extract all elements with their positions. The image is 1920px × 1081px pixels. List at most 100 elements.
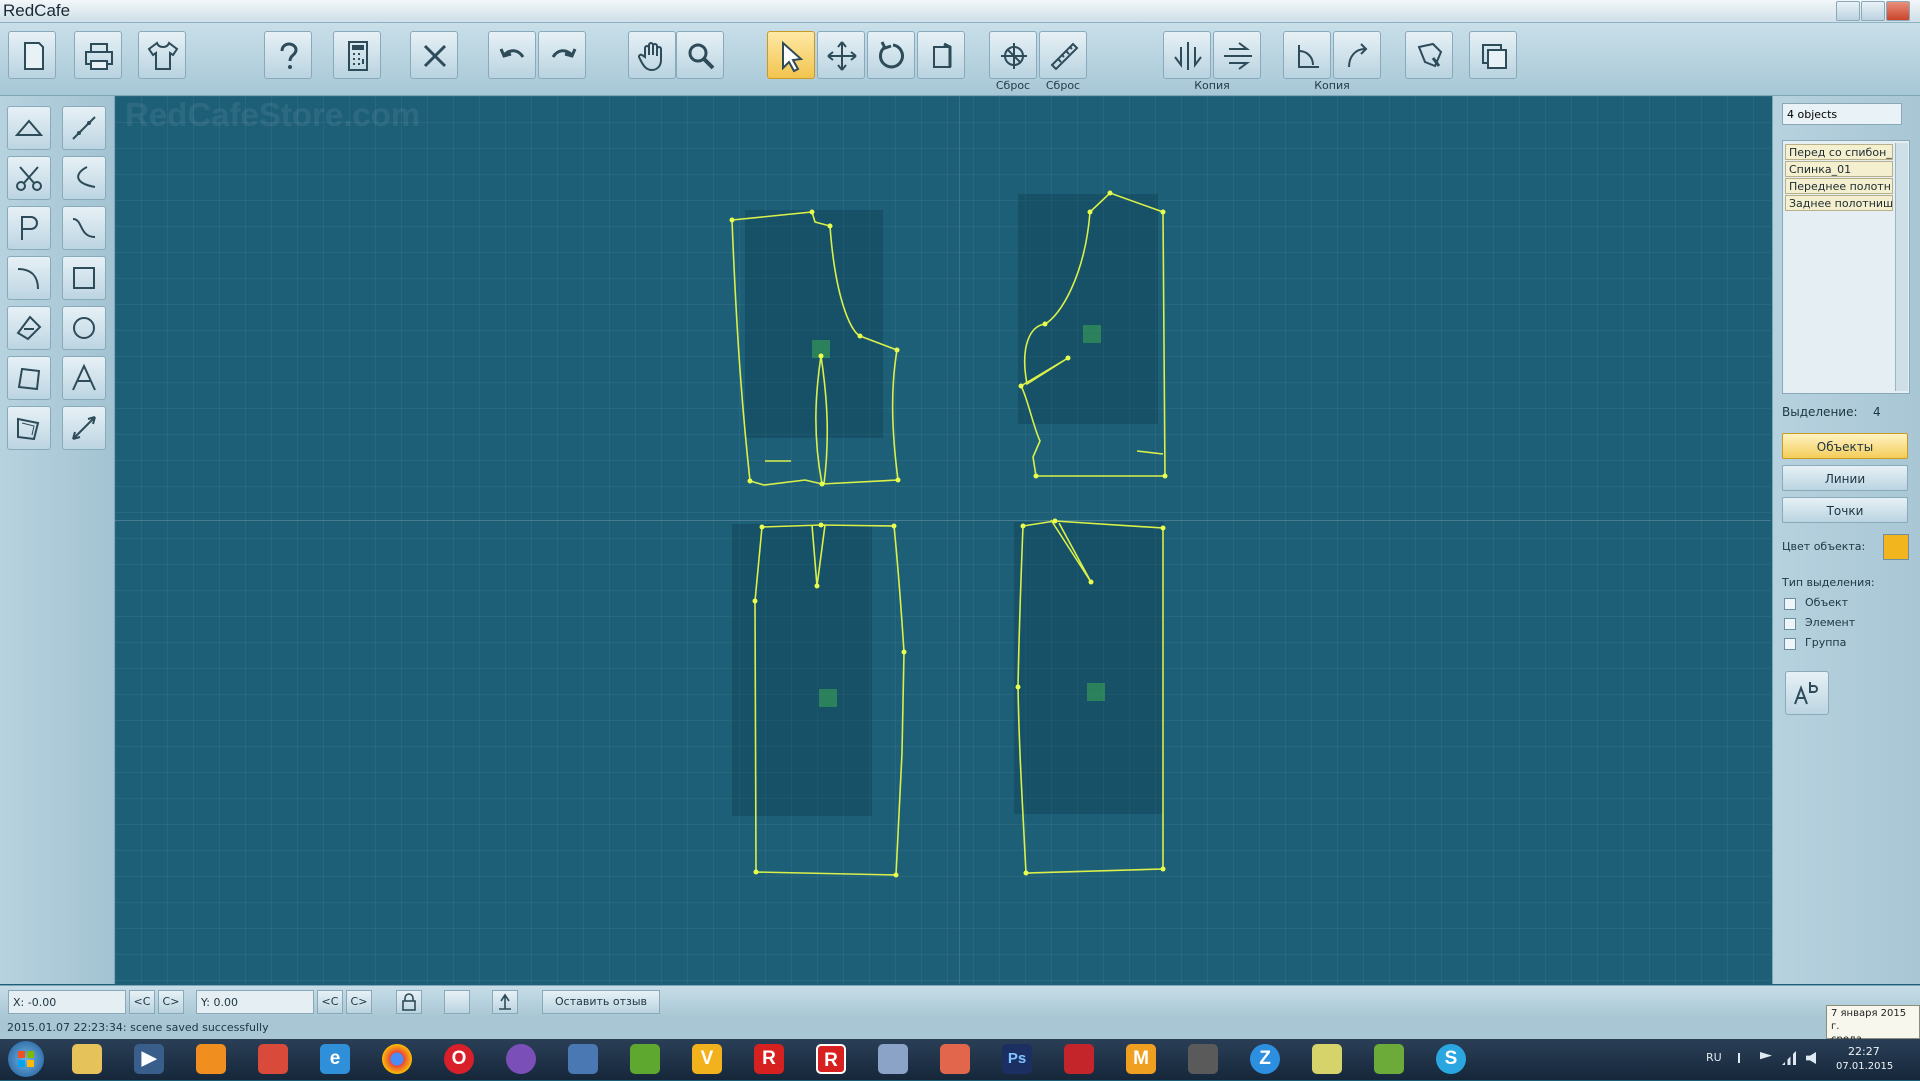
redcafe-icon-1[interactable]: R [754,1044,784,1074]
undo-button[interactable] [488,31,536,79]
selection-group-label: Группа [1805,636,1847,649]
calculator-button[interactable] [333,31,381,79]
list-item[interactable]: Переднее полотн [1785,178,1893,194]
select-button[interactable] [767,31,815,79]
snap-button[interactable] [492,990,518,1014]
tool-arc-button[interactable] [7,256,51,300]
tool-circle-button[interactable] [62,306,106,350]
app-icon-v[interactable]: V [692,1044,722,1074]
selection-group-checkbox[interactable] [1784,638,1796,650]
explorer-icon[interactable] [72,1044,102,1074]
polygon-tool-icon [17,367,41,391]
folder-icon[interactable] [1312,1044,1342,1074]
app-icon-green[interactable] [630,1044,660,1074]
tool-curve-button[interactable] [62,156,106,200]
redo-button[interactable] [538,31,586,79]
blank-button[interactable] [444,990,470,1014]
app-icon-gray[interactable] [1188,1044,1218,1074]
redcafe-icon-2[interactable]: R [816,1044,846,1074]
lines-button[interactable]: Линии [1782,465,1908,491]
y-label: Y: [201,996,210,1009]
wifi-app-icon[interactable] [1374,1044,1404,1074]
app-icon-red[interactable] [258,1044,288,1074]
rotate-left-copy-button[interactable] [1283,31,1331,79]
tool-polygon-button[interactable] [7,356,51,400]
object-color-swatch[interactable] [1883,534,1909,560]
tool-rectangle-button[interactable] [62,256,106,300]
shape-edit-button[interactable] [1405,31,1453,79]
measure-button[interactable] [1039,31,1087,79]
lock-button[interactable] [396,990,422,1014]
list-item[interactable]: Перед со спибон_ [1785,144,1893,160]
list-item[interactable]: Спинка_01 [1785,161,1893,177]
print-button[interactable] [74,31,122,79]
minimize-button[interactable] [1836,1,1860,21]
volume-icon[interactable] [1806,1052,1816,1064]
layers-button[interactable] [1469,31,1517,79]
feedback-button[interactable]: Оставить отзыв [542,990,660,1014]
clock-date[interactable]: 07.01.2015 [1836,1061,1893,1072]
selection-element-checkbox[interactable] [1784,618,1796,630]
pattern-pieces[interactable] [115,96,1771,984]
tool-spline-button[interactable] [62,206,106,250]
app-icon-blue[interactable] [878,1044,908,1074]
network-icon[interactable] [1782,1051,1796,1065]
photoshop-icon[interactable]: Ps [1002,1044,1032,1074]
tray-expand-icon[interactable] [1738,1053,1752,1063]
rotate-button[interactable] [867,31,915,79]
eraser-icon[interactable] [940,1044,970,1074]
copy-vertical-button[interactable] [1163,31,1211,79]
pan-button[interactable] [628,31,676,79]
garment-button[interactable] [138,31,186,79]
tool-cut-button[interactable] [7,156,51,200]
tool-line-button[interactable] [62,106,106,150]
selection-object-checkbox[interactable] [1784,598,1796,610]
object-list[interactable]: Перед со спибон_ Спинка_01 Переднее поло… [1782,140,1910,394]
y-next-button[interactable]: C> [346,990,372,1014]
move-button[interactable] [817,31,865,79]
media-player-icon[interactable]: ▶ [134,1044,164,1074]
list-scrollbar[interactable] [1895,143,1908,391]
delete-button[interactable] [410,31,458,79]
maximize-button[interactable] [1861,1,1885,21]
flag-icon[interactable] [1760,1052,1772,1060]
internet-explorer-icon[interactable]: e [320,1044,350,1074]
chrome-icon[interactable] [382,1044,412,1074]
creative-cloud-icon[interactable] [1064,1044,1094,1074]
clock-time[interactable]: 22:27 [1848,1045,1880,1058]
app-icon-z[interactable]: Z [1250,1044,1280,1074]
zoom-button[interactable] [676,31,724,79]
copy-horizontal-button[interactable] [1213,31,1261,79]
skype-icon[interactable]: S [1436,1044,1466,1074]
y-coordinate-field[interactable]: Y: 0.00 [196,990,314,1014]
drawing-canvas[interactable]: RedCafeStore.com [115,96,1771,984]
picasa-icon[interactable] [506,1044,536,1074]
rename-button[interactable] [1785,671,1829,715]
language-indicator[interactable]: RU [1706,1051,1722,1064]
tool-text-button[interactable] [62,356,106,400]
list-item[interactable]: Заднее полотниш [1785,195,1893,211]
tool-dart-button[interactable] [7,306,51,350]
app-icon-m[interactable]: M [1126,1044,1156,1074]
mirror-button[interactable] [917,31,965,79]
rotate-right-copy-button[interactable] [1333,31,1381,79]
tool-triangle-button[interactable] [7,106,51,150]
objects-button[interactable]: Объекты [1782,433,1908,459]
new-document-button[interactable] [8,31,56,79]
help-button[interactable] [264,31,312,79]
app-icon-orange[interactable] [196,1044,226,1074]
start-button[interactable] [8,1041,44,1077]
taskbar: ▶ e O V R R Ps M Z S RU 22:27 07.01.2015 [0,1039,1920,1080]
y-prev-button[interactable]: <C [317,990,343,1014]
x-next-button[interactable]: C> [158,990,184,1014]
tool-measure-line-button[interactable] [62,406,106,450]
tool-seam-button[interactable] [7,406,51,450]
opera-icon[interactable]: O [444,1044,474,1074]
tool-point-button[interactable] [7,206,51,250]
points-button[interactable]: Точки [1782,497,1908,523]
x-coordinate-field[interactable]: X: -0.00 [8,990,126,1014]
reset-transform-button[interactable] [989,31,1037,79]
close-button[interactable] [1886,1,1910,21]
pdf-icon[interactable] [568,1044,598,1074]
x-prev-button[interactable]: <C [129,990,155,1014]
